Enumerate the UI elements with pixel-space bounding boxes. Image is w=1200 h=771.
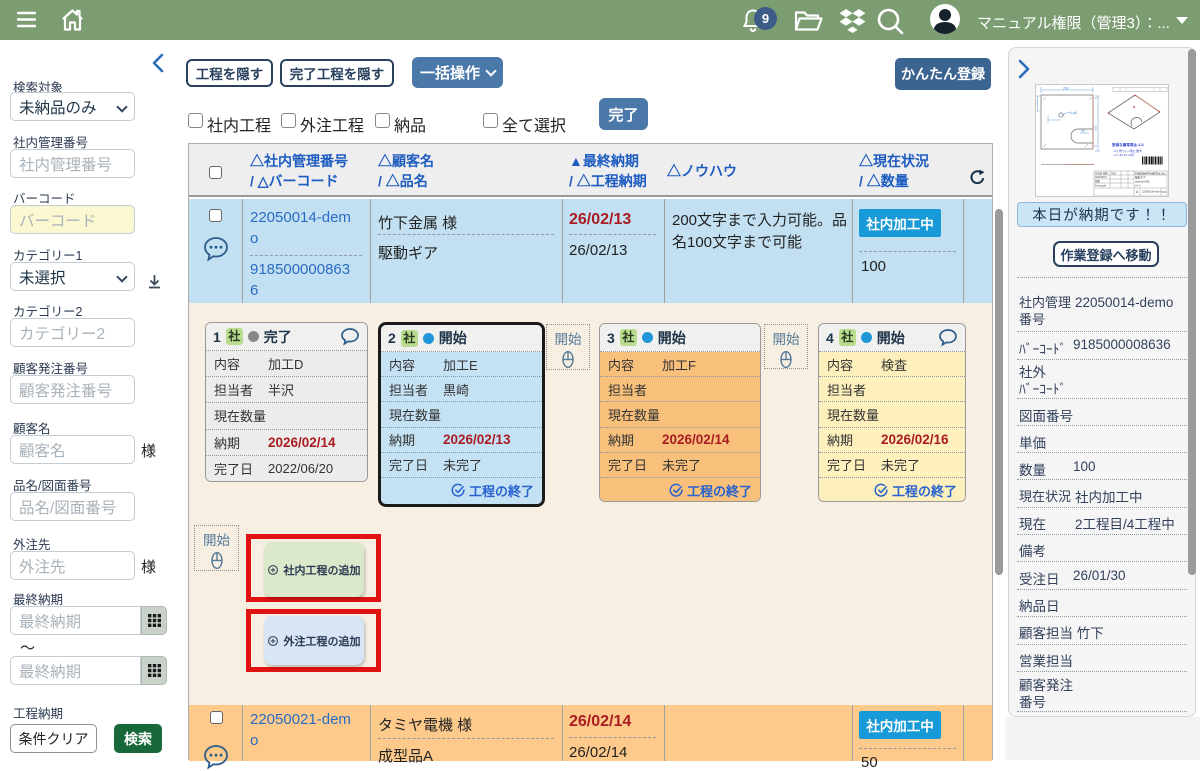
svg-text:100: 100 xyxy=(1094,125,1098,131)
svg-text:40: 40 xyxy=(1036,101,1037,105)
svg-text:t=1.5: t=1.5 xyxy=(1135,185,1141,188)
svg-text:260: 260 xyxy=(1063,86,1069,90)
svg-text:安易な複写禁止-2-3: 安易な複写禁止-2-3 xyxy=(1112,142,1144,147)
svg-text:1/1: 1/1 xyxy=(1163,190,1168,194)
svg-text:駆動ギア: 駆動ギア xyxy=(1135,176,1146,180)
svg-text:third angle: third angle xyxy=(1095,185,1107,188)
svg-text:22050014-demo: 22050014-demo xyxy=(1142,190,1163,194)
svg-text:斎藤: 斎藤 xyxy=(1095,179,1100,183)
svg-text:A: A xyxy=(1136,190,1139,194)
svg-text:作成者 検図: 作成者 検図 xyxy=(1095,171,1108,175)
svg-text:2022/05/12: 2022/05/12 xyxy=(1095,176,1108,179)
svg-text:4.7-45-12.34灯: 4.7-45-12.34灯 xyxy=(1114,152,1135,157)
svg-text:material:S45C: material:S45C xyxy=(1135,181,1150,184)
svg-text:TAKESHITA METAL Co.: TAKESHITA METAL Co. xyxy=(1135,171,1166,175)
svg-text:50: 50 xyxy=(1081,129,1085,133)
svg-text:尺度: 尺度 xyxy=(1111,171,1116,175)
svg-text:4-φ5: 4-φ5 xyxy=(1070,111,1077,115)
